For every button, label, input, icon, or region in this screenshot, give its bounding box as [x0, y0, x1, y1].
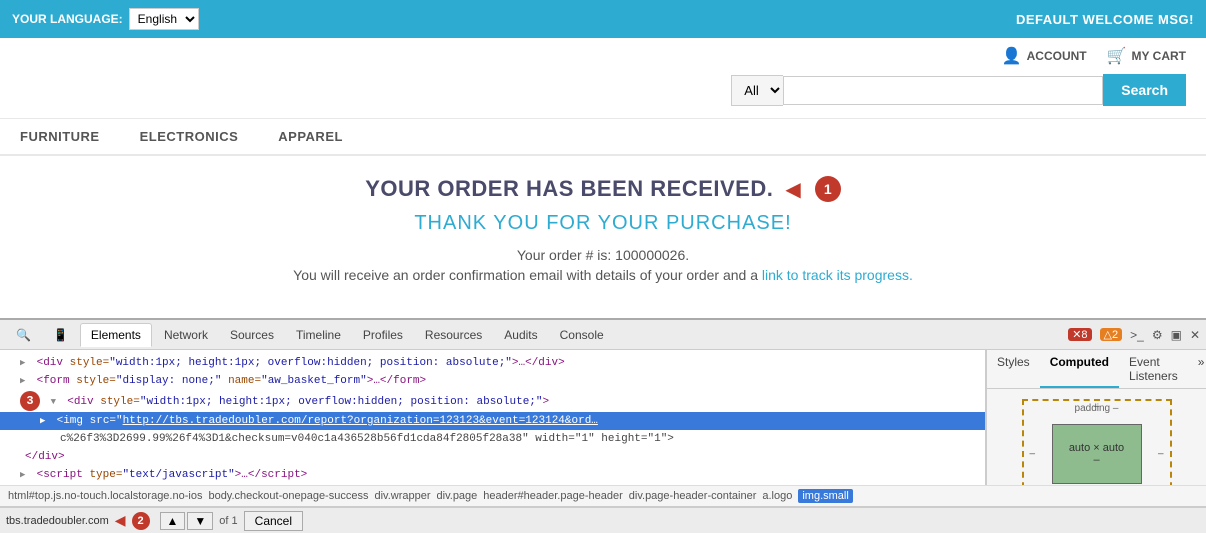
arrow-icon: ◀ [785, 177, 800, 202]
code-line-7: ▶ <script type="text/javascript">…</scri… [0, 466, 985, 484]
devtool-mobile-icon[interactable]: 📱 [43, 324, 78, 346]
account-icon: 👤 [1002, 46, 1022, 66]
nav-apparel[interactable]: APPAREL [278, 129, 343, 144]
nav-furniture[interactable]: FURNITURE [20, 129, 100, 144]
status-bar: tbs.tradedoubler.com ◀ 2 ▲ ▼ of 1 Cancel [0, 507, 1206, 533]
box-left-dash: – [1030, 449, 1036, 460]
search-category-dropdown[interactable]: All [731, 75, 783, 106]
next-nav-button[interactable]: ▼ [187, 512, 213, 530]
main-nav: FURNITURE ELECTRONICS APPAREL [0, 119, 1206, 156]
track-link[interactable]: link to track its progress. [762, 267, 913, 283]
tab-sources[interactable]: Sources [220, 324, 284, 346]
triangle-icon-1: ▶ [20, 355, 30, 371]
status-nav: ▲ ▼ [160, 512, 214, 530]
crumb-header-container[interactable]: div.page-header-container [629, 490, 757, 502]
code-line-3: 3 ▼ <div style="width:1px; height:1px; o… [0, 390, 985, 412]
order-sub-text: You will receive an order confirmation e… [20, 267, 1186, 283]
triangle-icon-3: ▼ [51, 394, 61, 410]
triangle-icon-4: ▶ [40, 413, 50, 429]
tab-resources[interactable]: Resources [415, 324, 492, 346]
top-bar: YOUR LANGUAGE: English DEFAULT WELCOME M… [0, 0, 1206, 38]
status-url: tbs.tradedoubler.com [6, 515, 109, 527]
devtools-panel: 🔍 📱 Elements Network Sources Timeline Pr… [0, 318, 1206, 533]
order-received-row: YOUR ORDER HAS BEEN RECEIVED. ◀ 1 [20, 176, 1186, 202]
box-model-visual: padding – – – – – auto × auto – [1022, 399, 1172, 485]
console-icon[interactable]: >_ [1130, 328, 1144, 342]
status-of: of 1 [219, 515, 237, 527]
devtools-icons: ✕8 △2 >_ ⚙ ▣ ✕ [1068, 328, 1200, 342]
styles-panel: Styles Computed Event Listeners » paddin… [986, 350, 1206, 485]
header-top: 👤 ACCOUNT 🛒 MY CART [20, 46, 1186, 66]
computed-box-model: padding – – – – – auto × auto – [987, 389, 1206, 485]
language-selector[interactable]: YOUR LANGUAGE: English [12, 8, 199, 30]
error-badge: ✕8 [1068, 328, 1091, 341]
cart-icon: 🛒 [1107, 46, 1127, 66]
tab-network[interactable]: Network [154, 324, 218, 346]
devtools-tabs-bar: 🔍 📱 Elements Network Sources Timeline Pr… [0, 320, 1206, 350]
order-number: Your order # is: 100000026. [20, 247, 1186, 263]
code-line-4: ▶ <img src="http://tbs.tradedoubler.com/… [0, 412, 985, 430]
account-link[interactable]: 👤 ACCOUNT [1002, 46, 1087, 66]
status-arrow-icon: ◀ [115, 512, 126, 529]
step-badge-1: 1 [815, 176, 841, 202]
main-content: YOUR ORDER HAS BEEN RECEIVED. ◀ 1 THANK … [0, 156, 1206, 307]
language-label: YOUR LANGUAGE: [12, 12, 123, 26]
prev-nav-button[interactable]: ▲ [160, 512, 186, 530]
tab-audits[interactable]: Audits [494, 324, 547, 346]
step-badge-2: 2 [132, 512, 150, 530]
crumb-header[interactable]: header#header.page-header [483, 490, 622, 502]
crumb-logo[interactable]: a.logo [762, 490, 792, 502]
code-line-2: ▶ <form style="display: none;" name="aw_… [0, 372, 985, 390]
crumb-body[interactable]: body.checkout-onepage-success [208, 490, 368, 502]
dom-code-panel: ▶ <div style="width:1px; height:1px; ove… [0, 350, 986, 485]
search-button[interactable]: Search [1103, 74, 1186, 106]
crumb-wrapper[interactable]: div.wrapper [374, 490, 430, 502]
cart-label: MY CART [1132, 49, 1186, 63]
tab-computed[interactable]: Computed [1040, 350, 1119, 388]
styles-tabs: Styles Computed Event Listeners » [987, 350, 1206, 389]
cancel-button[interactable]: Cancel [244, 511, 303, 531]
header: 👤 ACCOUNT 🛒 MY CART All Search [0, 38, 1206, 119]
triangle-icon-2: ▶ [20, 373, 30, 389]
tab-styles[interactable]: Styles [987, 350, 1040, 388]
step-badge-3: 3 [20, 391, 40, 411]
warning-badge: △2 [1100, 328, 1123, 341]
tab-profiles[interactable]: Profiles [353, 324, 413, 346]
tab-timeline[interactable]: Timeline [286, 324, 351, 346]
trackedoubler-link[interactable]: http://tbs.tradedoubler.com/report?organ… [123, 415, 598, 427]
box-right-dash: – [1158, 449, 1164, 460]
order-sub-label: You will receive an order confirmation e… [293, 267, 758, 283]
triangle-icon-7: ▶ [20, 467, 30, 483]
code-line-6: </div> [0, 448, 985, 466]
devtools-body: ▶ <div style="width:1px; height:1px; ove… [0, 350, 1206, 485]
code-line-1: ▶ <div style="width:1px; height:1px; ove… [0, 354, 985, 372]
search-bar: All Search [20, 74, 1186, 106]
crumb-page[interactable]: div.page [437, 490, 478, 502]
welcome-message: DEFAULT WELCOME MSG! [1016, 12, 1194, 27]
box-top-dash: – [1094, 401, 1100, 412]
account-label: ACCOUNT [1027, 49, 1087, 63]
search-input[interactable] [783, 76, 1103, 105]
thank-you-message: THANK YOU FOR YOUR PURCHASE! [20, 212, 1186, 235]
dock-icon[interactable]: ▣ [1171, 328, 1182, 342]
order-received-title: YOUR ORDER HAS BEEN RECEIVED. [365, 176, 773, 202]
close-devtools-icon[interactable]: ✕ [1190, 328, 1200, 342]
nav-electronics[interactable]: ELECTRONICS [140, 129, 239, 144]
gear-icon[interactable]: ⚙ [1152, 328, 1163, 342]
tab-elements[interactable]: Elements [80, 323, 152, 347]
tab-more[interactable]: » [1188, 350, 1206, 388]
crumb-img[interactable]: img.small [798, 489, 852, 503]
code-line-5: c%26f3%3D2699.99%26f4%3D1&checksum=v040c… [0, 430, 985, 448]
tab-console[interactable]: Console [550, 324, 614, 346]
breadcrumb-bar: html#top.js.no-touch.localstorage.no-ios… [0, 485, 1206, 507]
box-outer-border: padding – – – – – [1022, 399, 1172, 485]
tab-event-listeners[interactable]: Event Listeners [1119, 350, 1188, 388]
cart-link[interactable]: 🛒 MY CART [1107, 46, 1186, 66]
crumb-html[interactable]: html#top.js.no-touch.localstorage.no-ios [8, 490, 202, 502]
language-dropdown[interactable]: English [129, 8, 199, 30]
devtool-magnify-icon[interactable]: 🔍 [6, 324, 41, 346]
